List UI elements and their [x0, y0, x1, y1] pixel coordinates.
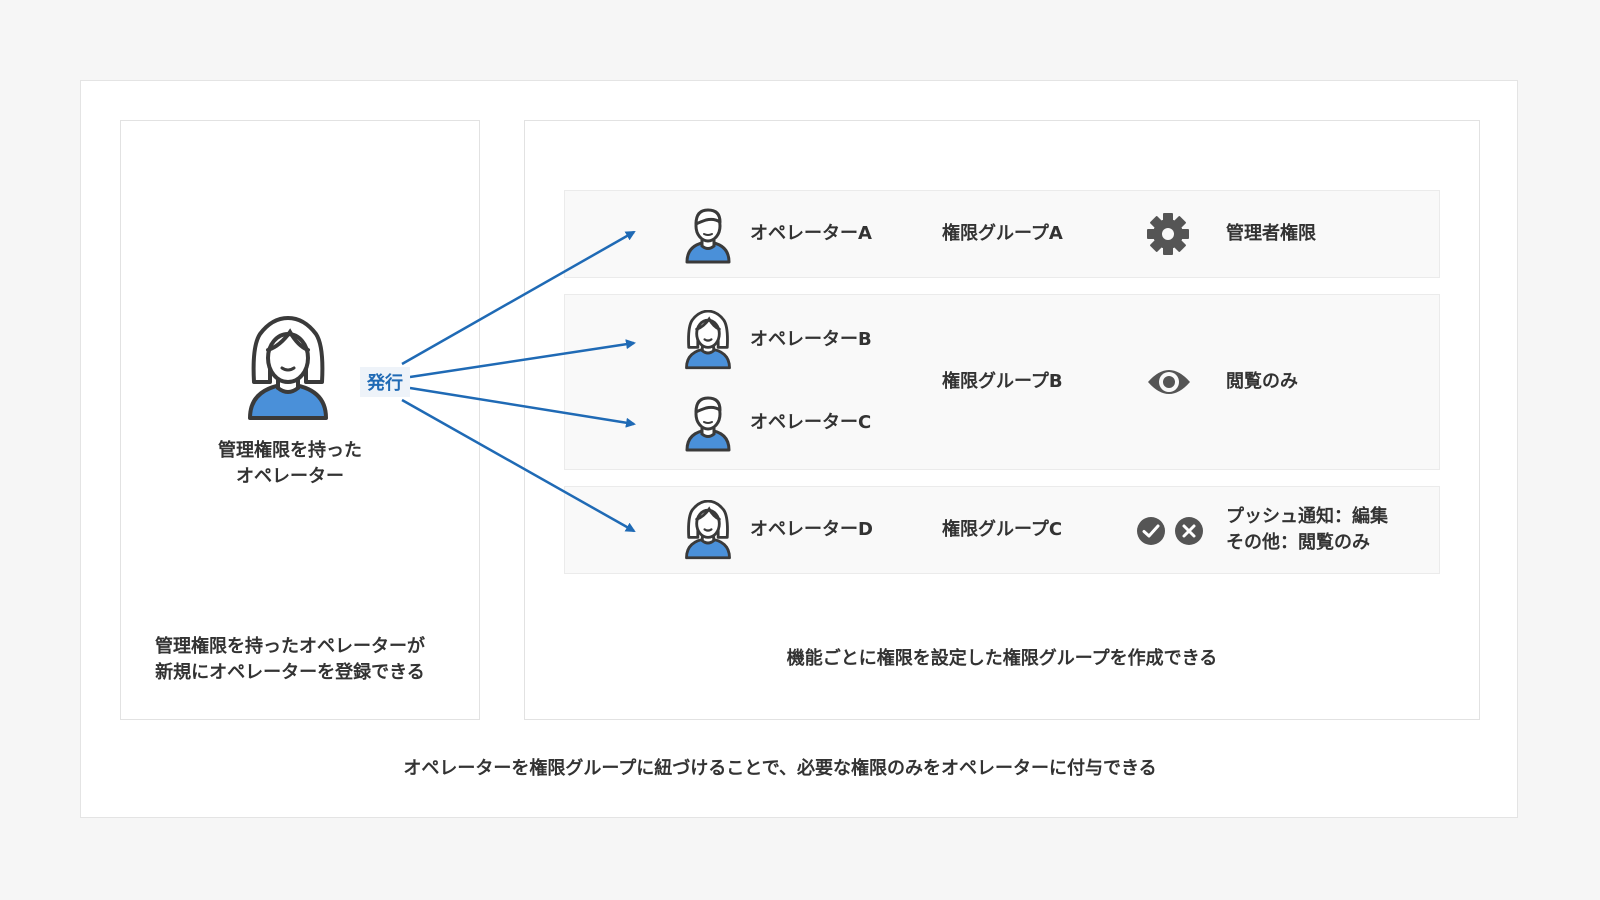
operator-a-label: オペレーターA — [750, 222, 872, 244]
arrow-to-operator-a — [401, 230, 636, 366]
eye-icon — [1148, 370, 1190, 394]
permission-a-label: 管理者権限 — [1226, 222, 1316, 244]
permission-c-line2: その他：閲覧のみ — [1226, 532, 1370, 553]
issue-badge: 発行 — [360, 367, 410, 397]
male-operator-icon — [685, 396, 731, 452]
permission-c-line1: プッシュ通知：編集 — [1226, 505, 1388, 527]
group-b-label: 権限グループB — [942, 370, 1063, 392]
male-operator-icon — [685, 208, 731, 264]
group-c-label: 権限グループC — [942, 518, 1063, 540]
permission-c-label: プッシュ通知：編集 その他：閲覧のみ — [1226, 504, 1388, 556]
operator-c-label: オペレーターC — [750, 411, 872, 433]
right-caption: 機能ごとに権限を設定した権限グループを作成できる — [786, 648, 1218, 669]
female-operator-icon — [685, 310, 731, 370]
arrow-to-operator-c — [409, 386, 636, 428]
group-a-label: 権限グループA — [942, 222, 1063, 244]
x-circle-icon — [1175, 517, 1203, 545]
operator-b-label: オペレーターB — [750, 328, 872, 350]
permission-b-label: 閲覧のみ — [1226, 370, 1298, 392]
arrow-to-operator-b — [409, 339, 636, 379]
female-operator-icon — [685, 500, 731, 560]
gear-icon — [1147, 213, 1189, 255]
check-circle-icon — [1137, 517, 1165, 545]
footer-caption: オペレーターを権限グループに紐づけることで、必要な権限のみをオペレーターに付与で… — [403, 758, 1157, 779]
operator-d-label: オペレーターD — [750, 518, 873, 540]
